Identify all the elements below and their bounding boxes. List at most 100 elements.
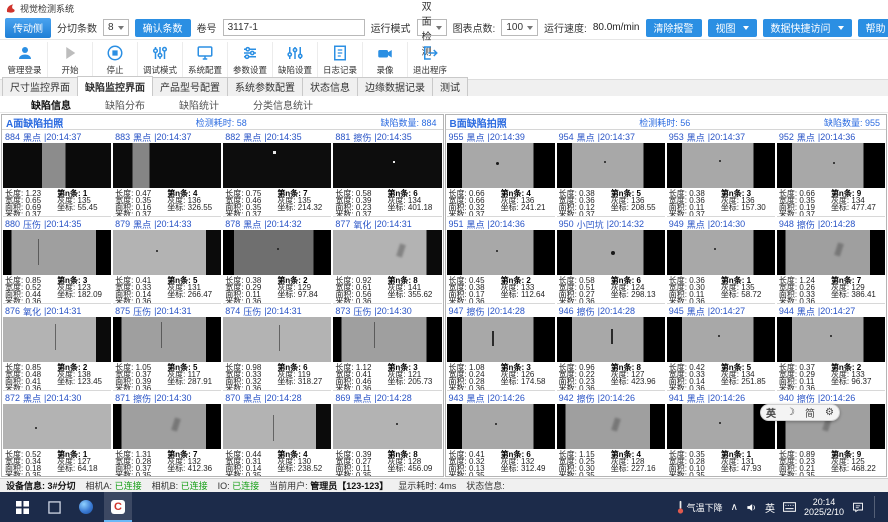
defect-cell[interactable]: 872 黑点 20:14:30 长度: 0.52 宽度: 0.34 面积: 0.… [3, 391, 111, 477]
ime-toolbar[interactable]: 英 ☽ 简 ⚙ [760, 404, 840, 421]
sub-tab[interactable]: 缺陷分布 [88, 96, 162, 113]
defect-image[interactable] [113, 404, 221, 449]
action-button[interactable]: 退出程序 [407, 42, 452, 78]
defect-cell[interactable]: 871 擦伤 20:14:30 长度: 1.31 宽度: 0.28 面积: 0.… [113, 391, 221, 477]
defect-image[interactable] [113, 230, 221, 275]
defect-cell[interactable]: 877 氧化 20:14:31 长度: 0.92 宽度: 0.61 面积: 0.… [333, 217, 441, 304]
defect-image[interactable] [557, 317, 665, 362]
defect-image[interactable] [447, 143, 555, 188]
main-tab[interactable]: 缺陷监控界面 [77, 76, 153, 96]
defect-cell[interactable]: 946 擦伤 20:14:28 长度: 0.96 宽度: 0.22 面积: 0.… [557, 304, 665, 391]
sub-tab[interactable]: 缺陷信息 [14, 96, 88, 113]
defect-image[interactable] [223, 317, 331, 362]
defect-image[interactable] [667, 230, 775, 275]
defect-image[interactable] [113, 143, 221, 188]
defect-cell[interactable]: 949 黑点 20:14:30 长度: 0.36 宽度: 0.30 面积: 0.… [667, 217, 775, 304]
defect-cell[interactable]: 883 黑点 20:14:37 长度: 0.47 宽度: 0.35 面积: 0.… [113, 130, 221, 217]
defect-image[interactable] [3, 317, 111, 362]
defect-cell[interactable]: 950 小凹坑 20:14:32 长度: 0.58 宽度: 0.51 面积: 0… [557, 217, 665, 304]
defect-cell[interactable]: 951 黑点 20:14:36 长度: 0.45 宽度: 0.38 面积: 0.… [447, 217, 555, 304]
defect-image[interactable] [777, 230, 885, 275]
sub-tab[interactable]: 缺陷统计 [162, 96, 236, 113]
weather-widget[interactable]: 气温下降 [677, 500, 723, 514]
chart-points-select[interactable]: 100 [501, 19, 538, 36]
main-tab[interactable]: 边缘数据记录 [357, 77, 433, 96]
roll-number-input[interactable] [223, 19, 365, 36]
defect-cell[interactable]: 944 黑点 20:14:27 长度: 0.37 宽度: 0.29 面积: 0.… [777, 304, 885, 391]
defect-cell[interactable]: 941 黑点 20:14:26 长度: 0.35 宽度: 0.28 面积: 0.… [667, 391, 775, 477]
defect-cell[interactable]: 869 黑点 20:14:28 长度: 0.39 宽度: 0.27 面积: 0.… [333, 391, 441, 477]
defect-image[interactable] [667, 143, 775, 188]
defect-image[interactable] [447, 404, 555, 449]
ime-settings-gear-icon[interactable]: ⚙ [825, 407, 834, 418]
defect-image[interactable] [447, 230, 555, 275]
defect-cell[interactable]: 884 黑点 20:14:37 长度: 1.23 宽度: 0.65 面积: 0.… [3, 130, 111, 217]
clear-alarm-button[interactable]: 清除报警 [646, 19, 702, 37]
browser-app-button[interactable] [72, 492, 100, 522]
defect-cell[interactable]: 952 黑点 20:14:36 长度: 0.66 宽度: 0.35 面积: 0.… [777, 130, 885, 217]
language-indicator[interactable]: 英 [765, 500, 775, 515]
defect-image[interactable] [333, 143, 441, 188]
main-tab[interactable]: 测试 [432, 77, 468, 96]
action-button[interactable]: 日志记录 [317, 42, 362, 78]
start-button[interactable] [8, 492, 36, 522]
defect-cell[interactable]: 947 擦伤 20:14:28 长度: 1.08 宽度: 0.24 面积: 0.… [447, 304, 555, 391]
inspection-app-button[interactable]: C [104, 492, 132, 522]
action-button[interactable]: 缺陷设置 [272, 42, 317, 78]
defect-image[interactable] [3, 230, 111, 275]
touch-keyboard-icon[interactable] [783, 502, 796, 512]
defect-cell[interactable]: 879 黑点 20:14:33 长度: 0.41 宽度: 0.33 面积: 0.… [113, 217, 221, 304]
defect-image[interactable] [333, 404, 441, 449]
defect-cell[interactable]: 942 擦伤 20:14:26 长度: 1.15 宽度: 0.25 面积: 0.… [557, 391, 665, 477]
defect-cell[interactable]: 945 黑点 20:14:27 长度: 0.42 宽度: 0.33 面积: 0.… [667, 304, 775, 391]
defect-cell[interactable]: 943 黑点 20:14:26 长度: 0.41 宽度: 0.32 面积: 0.… [447, 391, 555, 477]
defect-image[interactable] [333, 230, 441, 275]
defect-image[interactable] [223, 143, 331, 188]
defect-cell[interactable]: 873 压伤 20:14:30 长度: 1.12 宽度: 0.41 面积: 0.… [333, 304, 441, 391]
quick-access-menu-button[interactable]: 数据快捷访问 [763, 19, 852, 37]
main-tab[interactable]: 系统参数配置 [227, 77, 303, 96]
defect-cell[interactable]: 880 压伤 20:14:35 长度: 0.85 宽度: 0.52 面积: 0.… [3, 217, 111, 304]
help-menu-button[interactable]: 帮助 [858, 19, 888, 37]
defect-image[interactable] [777, 143, 885, 188]
defect-image[interactable] [113, 317, 221, 362]
ime-simplified-toggle[interactable]: 简 [805, 405, 815, 420]
ime-english-toggle[interactable]: 英 [766, 405, 776, 420]
action-button[interactable]: 调试模式 [137, 42, 182, 78]
action-button[interactable]: 管理登录 [2, 42, 47, 78]
defect-cell[interactable]: 953 黑点 20:14:37 长度: 0.38 宽度: 0.36 面积: 0.… [667, 130, 775, 217]
action-button[interactable]: 参数设置 [227, 42, 272, 78]
show-desktop-button[interactable] [874, 496, 884, 518]
action-button[interactable]: 停止 [92, 42, 137, 78]
slit-count-select[interactable]: 8 [103, 19, 129, 36]
main-tab[interactable]: 尺寸监控界面 [2, 77, 78, 96]
defect-cell[interactable]: 875 压伤 20:14:31 长度: 1.05 宽度: 0.37 面积: 0.… [113, 304, 221, 391]
defect-cell[interactable]: 870 黑点 20:14:28 长度: 0.44 宽度: 0.31 面积: 0.… [223, 391, 331, 477]
defect-image[interactable] [557, 230, 665, 275]
view-menu-button[interactable]: 视图 [708, 19, 757, 37]
defect-image[interactable] [557, 404, 665, 449]
defect-image[interactable] [333, 317, 441, 362]
defect-cell[interactable]: 882 黑点 20:14:35 长度: 0.75 宽度: 0.46 面积: 0.… [223, 130, 331, 217]
confirm-count-button[interactable]: 确认条数 [135, 19, 191, 37]
tray-expand-caret[interactable]: ∧ [731, 502, 738, 513]
action-button[interactable]: 开始 [47, 42, 92, 78]
defect-image[interactable] [223, 404, 331, 449]
defect-image[interactable] [777, 317, 885, 362]
defect-image[interactable] [223, 230, 331, 275]
notification-center-icon[interactable] [852, 501, 864, 513]
defect-cell[interactable]: 955 黑点 20:14:39 长度: 0.66 宽度: 0.66 面积: 0.… [447, 130, 555, 217]
drive-side-button[interactable]: 传动侧 [5, 18, 51, 38]
clock[interactable]: 20:14 2025/2/10 [804, 497, 844, 517]
main-tab[interactable]: 状态信息 [302, 77, 358, 96]
defect-image[interactable] [557, 143, 665, 188]
defect-cell[interactable]: 954 黑点 20:14:37 长度: 0.38 宽度: 0.36 面积: 0.… [557, 130, 665, 217]
sub-tab[interactable]: 分类信息统计 [236, 96, 330, 113]
defect-cell[interactable]: 948 擦伤 20:14:28 长度: 1.24 宽度: 0.26 面积: 0.… [777, 217, 885, 304]
defect-cell[interactable]: 881 擦伤 20:14:35 长度: 0.58 宽度: 0.39 面积: 0.… [333, 130, 441, 217]
defect-image[interactable] [3, 404, 111, 449]
defect-cell[interactable]: 874 压伤 20:14:31 长度: 0.98 宽度: 0.33 面积: 0.… [223, 304, 331, 391]
run-mode-select[interactable]: 双面检测 [417, 19, 447, 36]
task-view-button[interactable] [40, 492, 68, 522]
action-button[interactable]: 录像 [362, 42, 407, 78]
